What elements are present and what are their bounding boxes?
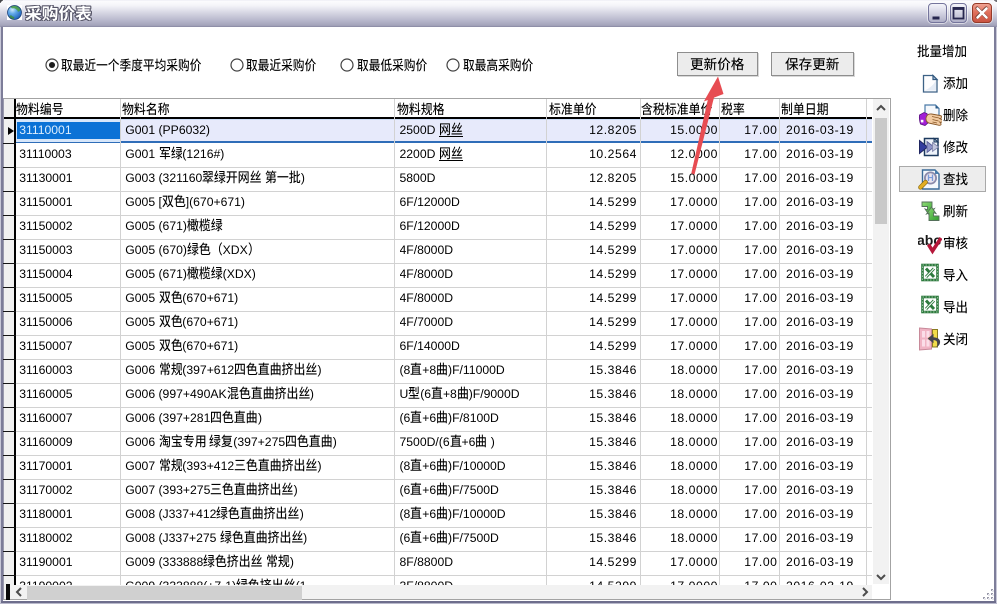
svg-text:H: H <box>927 173 934 183</box>
